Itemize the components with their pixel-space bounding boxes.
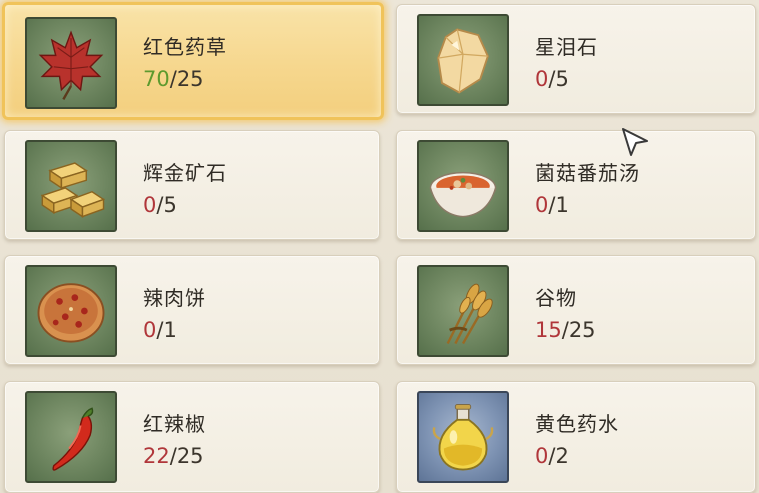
- required-quantity: 2: [555, 444, 569, 468]
- item-count: 0/5: [535, 67, 569, 91]
- mouse-pointer-icon: [621, 127, 651, 159]
- material-card-star-tear-stone[interactable]: 星泪石 0/5: [396, 4, 756, 114]
- count-separator: /: [169, 67, 177, 91]
- item-name: 星泪石: [535, 35, 598, 59]
- material-requirements-panel: 红色药草 70/25 星泪石 0/5 辉金矿石 0/5 菌菇番茄汤 0/1 辣肉…: [0, 0, 759, 493]
- owned-quantity: 0: [535, 193, 549, 217]
- item-name: 菌菇番茄汤: [535, 161, 640, 185]
- spicy-meat-pie-icon: [25, 265, 117, 357]
- mushroom-tomato-soup-icon: [417, 140, 509, 232]
- required-quantity: 1: [163, 318, 177, 342]
- item-name: 黄色药水: [535, 412, 619, 436]
- material-card-mushroom-tomato-soup[interactable]: 菌菇番茄汤 0/1: [396, 130, 756, 240]
- material-card-spicy-meat-pie[interactable]: 辣肉饼 0/1: [4, 255, 380, 365]
- item-count: 70/25: [143, 67, 204, 91]
- required-quantity: 25: [568, 318, 596, 342]
- required-quantity: 1: [555, 193, 569, 217]
- material-card-yellow-potion[interactable]: 黄色药水 0/2: [396, 381, 756, 493]
- item-name: 红辣椒: [143, 412, 206, 436]
- required-quantity: 25: [176, 444, 204, 468]
- owned-quantity: 15: [535, 318, 562, 342]
- owned-quantity: 22: [143, 444, 170, 468]
- material-card-red-chili[interactable]: 红辣椒 22/25: [4, 381, 380, 493]
- owned-quantity: 0: [535, 67, 549, 91]
- item-count: 0/1: [535, 193, 569, 217]
- item-count: 15/25: [535, 318, 596, 342]
- item-count: 22/25: [143, 444, 204, 468]
- material-card-grain[interactable]: 谷物 15/25: [396, 255, 756, 365]
- owned-quantity: 70: [143, 67, 170, 91]
- count-separator: /: [561, 318, 569, 342]
- required-quantity: 5: [163, 193, 177, 217]
- item-name: 红色药草: [143, 35, 227, 59]
- count-separator: /: [169, 444, 177, 468]
- material-card-gold-ore[interactable]: 辉金矿石 0/5: [4, 130, 380, 240]
- item-count: 0/1: [143, 318, 177, 342]
- gold-ore-bars-icon: [25, 140, 117, 232]
- red-chili-pepper-icon: [25, 391, 117, 483]
- material-card-red-herb[interactable]: 红色药草 70/25: [2, 2, 384, 120]
- yellow-potion-flask-icon: [417, 391, 509, 483]
- grain-wheat-icon: [417, 265, 509, 357]
- owned-quantity: 0: [143, 193, 157, 217]
- red-herb-leaf-icon: [25, 17, 117, 109]
- item-count: 0/2: [535, 444, 569, 468]
- required-quantity: 25: [176, 67, 204, 91]
- item-name: 辉金矿石: [143, 161, 227, 185]
- item-name: 谷物: [535, 286, 577, 310]
- item-name: 辣肉饼: [143, 286, 206, 310]
- star-tear-stone-icon: [417, 14, 509, 106]
- owned-quantity: 0: [535, 444, 549, 468]
- owned-quantity: 0: [143, 318, 157, 342]
- item-count: 0/5: [143, 193, 177, 217]
- required-quantity: 5: [555, 67, 569, 91]
